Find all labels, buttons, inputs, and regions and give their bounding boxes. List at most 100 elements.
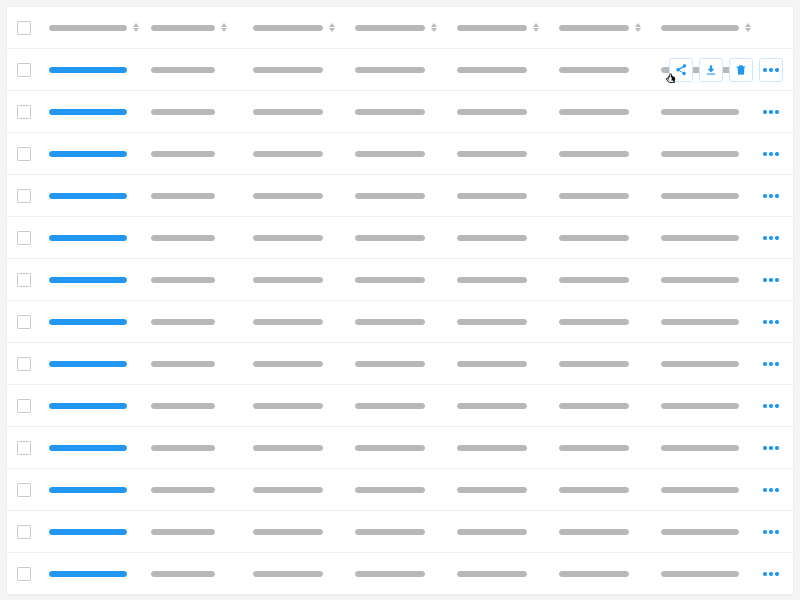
more-icon[interactable] xyxy=(759,274,783,286)
row-checkbox[interactable] xyxy=(17,147,31,161)
select-all-checkbox[interactable] xyxy=(17,21,31,35)
sort-icon[interactable] xyxy=(745,23,751,32)
text-cell xyxy=(151,319,253,325)
table-row[interactable] xyxy=(7,553,793,595)
text-cell xyxy=(355,235,457,241)
share-icon[interactable] xyxy=(669,58,693,82)
row-actions xyxy=(759,442,783,454)
link-cell[interactable] xyxy=(49,403,151,409)
row-checkbox[interactable] xyxy=(17,315,31,329)
link-cell[interactable] xyxy=(49,151,151,157)
table-row[interactable] xyxy=(7,91,793,133)
text-cell xyxy=(253,67,355,73)
table-row[interactable] xyxy=(7,385,793,427)
row-checkbox[interactable] xyxy=(17,63,31,77)
column-header[interactable] xyxy=(49,23,151,32)
sort-icon[interactable] xyxy=(533,23,539,32)
link-cell[interactable] xyxy=(49,571,151,577)
table-row[interactable] xyxy=(7,49,793,91)
more-icon[interactable] xyxy=(759,358,783,370)
text-cell xyxy=(559,193,661,199)
table-row[interactable] xyxy=(7,343,793,385)
row-checkbox[interactable] xyxy=(17,189,31,203)
sort-icon[interactable] xyxy=(221,23,227,32)
table-row[interactable] xyxy=(7,175,793,217)
link-cell[interactable] xyxy=(49,67,151,73)
link-cell[interactable] xyxy=(49,487,151,493)
text-cell xyxy=(355,277,457,283)
table-row[interactable] xyxy=(7,469,793,511)
text-cell xyxy=(661,109,751,115)
sort-icon[interactable] xyxy=(133,23,139,32)
row-actions xyxy=(759,400,783,412)
more-icon[interactable] xyxy=(759,442,783,454)
row-actions xyxy=(759,274,783,286)
text-cell xyxy=(151,193,253,199)
text-cell xyxy=(457,109,559,115)
table-row[interactable] xyxy=(7,259,793,301)
download-icon[interactable] xyxy=(699,58,723,82)
more-icon[interactable] xyxy=(759,316,783,328)
more-icon[interactable] xyxy=(759,190,783,202)
text-cell xyxy=(457,193,559,199)
text-cell xyxy=(457,151,559,157)
sort-icon[interactable] xyxy=(635,23,641,32)
link-cell[interactable] xyxy=(49,529,151,535)
link-cell[interactable] xyxy=(49,319,151,325)
sort-icon[interactable] xyxy=(329,23,335,32)
link-cell[interactable] xyxy=(49,445,151,451)
row-checkbox[interactable] xyxy=(17,483,31,497)
table-row[interactable] xyxy=(7,133,793,175)
text-cell xyxy=(151,151,253,157)
text-cell xyxy=(253,529,355,535)
text-cell xyxy=(559,319,661,325)
more-icon[interactable] xyxy=(759,232,783,244)
more-icon[interactable] xyxy=(759,568,783,580)
link-cell[interactable] xyxy=(49,361,151,367)
text-cell xyxy=(151,571,253,577)
row-checkbox[interactable] xyxy=(17,105,31,119)
link-cell[interactable] xyxy=(49,193,151,199)
link-cell[interactable] xyxy=(49,235,151,241)
row-actions xyxy=(759,148,783,160)
column-header[interactable] xyxy=(355,23,457,32)
link-cell[interactable] xyxy=(49,277,151,283)
delete-icon[interactable] xyxy=(729,58,753,82)
text-cell xyxy=(253,277,355,283)
link-cell[interactable] xyxy=(49,109,151,115)
sort-icon[interactable] xyxy=(431,23,437,32)
data-table xyxy=(6,6,794,596)
row-checkbox[interactable] xyxy=(17,357,31,371)
text-cell xyxy=(253,487,355,493)
column-header[interactable] xyxy=(151,23,253,32)
more-icon[interactable] xyxy=(759,106,783,118)
column-header[interactable] xyxy=(253,23,355,32)
more-icon[interactable] xyxy=(759,148,783,160)
column-header[interactable] xyxy=(457,23,559,32)
text-cell xyxy=(253,361,355,367)
more-icon[interactable] xyxy=(759,58,783,82)
column-header[interactable] xyxy=(661,23,763,32)
row-checkbox[interactable] xyxy=(17,441,31,455)
table-row[interactable] xyxy=(7,301,793,343)
table-row[interactable] xyxy=(7,511,793,553)
row-checkbox[interactable] xyxy=(17,399,31,413)
table-row[interactable] xyxy=(7,217,793,259)
text-cell xyxy=(355,109,457,115)
text-cell xyxy=(253,109,355,115)
row-actions xyxy=(669,58,783,82)
more-icon[interactable] xyxy=(759,484,783,496)
row-checkbox[interactable] xyxy=(17,567,31,581)
row-checkbox[interactable] xyxy=(17,273,31,287)
row-checkbox[interactable] xyxy=(17,525,31,539)
text-cell xyxy=(355,403,457,409)
text-cell xyxy=(661,235,751,241)
text-cell xyxy=(559,109,661,115)
text-cell xyxy=(457,235,559,241)
row-checkbox[interactable] xyxy=(17,231,31,245)
more-icon[interactable] xyxy=(759,400,783,412)
more-icon[interactable] xyxy=(759,526,783,538)
table-row[interactable] xyxy=(7,427,793,469)
column-header[interactable] xyxy=(559,23,661,32)
row-actions xyxy=(759,190,783,202)
